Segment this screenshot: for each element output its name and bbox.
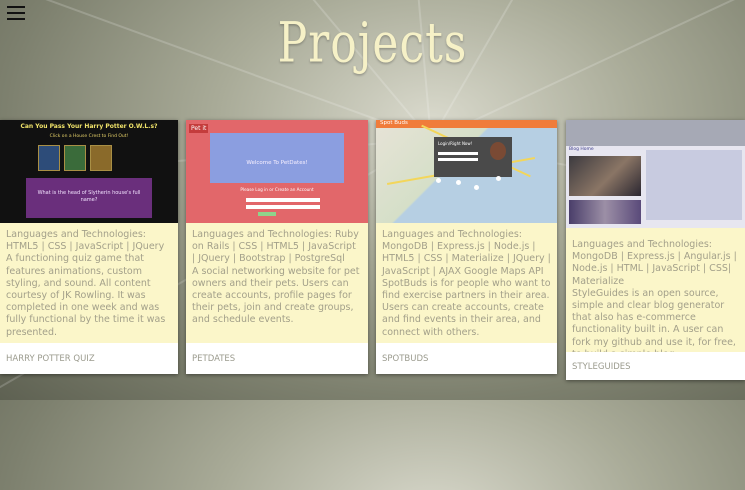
house-crest[interactable] <box>90 145 112 171</box>
project-card-spotbuds[interactable]: Spot Buds Login/Right Now! Languages and… <box>376 120 557 374</box>
avatar <box>490 142 506 160</box>
project-body: Languages and Technologies: Ruby on Rail… <box>186 223 368 343</box>
map-pin[interactable] <box>436 178 441 183</box>
project-technologies: Languages and Technologies: MongoDB | Ex… <box>382 229 551 277</box>
quiz-subtitle: Click on a House Crest to Find Out! <box>49 134 129 139</box>
project-description: SpotBuds is for people who want to find … <box>382 277 551 338</box>
project-description: StyleGuides is an open source, simple an… <box>572 287 736 360</box>
project-name: PetDates <box>192 354 236 364</box>
project-body: Languages and Technologies: MongoDB | Ex… <box>566 228 745 360</box>
project-card-harry-potter-quiz[interactable]: Can You Pass Your Harry Potter O.W.L.s? … <box>0 120 178 374</box>
pet-logo: Pet it <box>189 124 209 133</box>
project-technologies: Languages and Technologies: MongoDB | Ex… <box>572 239 737 287</box>
house-crest[interactable] <box>38 145 60 171</box>
project-name: StyleGuides <box>572 362 631 372</box>
blog-image <box>569 200 641 224</box>
blog-navbar <box>566 120 745 146</box>
project-name: Harry Potter Quiz <box>6 354 95 364</box>
project-card-styleguides[interactable]: Blog Home Languages and Technologies: Mo… <box>566 120 745 380</box>
project-footer[interactable]: PetDates <box>186 343 368 374</box>
project-description: A social networking website for pet owne… <box>192 265 360 326</box>
map-pin[interactable] <box>474 185 479 190</box>
pet-login-prompt: Please Log in or Create an Account <box>240 187 314 192</box>
project-thumbnail[interactable]: Pet it Welcome To PetDates! Please Log i… <box>186 120 368 223</box>
project-footer[interactable]: Harry Potter Quiz <box>0 343 178 374</box>
project-technologies: Languages and Technologies: HTML5 | CSS … <box>6 229 165 253</box>
blog-image <box>569 156 641 196</box>
project-thumbnail[interactable]: Can You Pass Your Harry Potter O.W.L.s? … <box>0 120 178 223</box>
blog-header: Blog Home <box>569 147 594 152</box>
project-card-petdates[interactable]: Pet it Welcome To PetDates! Please Log i… <box>186 120 368 374</box>
project-footer[interactable]: StyleGuides <box>566 352 745 380</box>
project-body: Languages and Technologies: HTML5 | CSS … <box>0 223 178 343</box>
pet-hero-title: Welcome To PetDates! <box>246 160 308 166</box>
project-body: Languages and Technologies: MongoDB | Ex… <box>376 223 557 343</box>
page-title: Projects <box>277 11 468 76</box>
map-pin[interactable] <box>496 176 501 181</box>
quiz-title: Can You Pass Your Harry Potter O.W.L.s? <box>20 123 158 130</box>
login-field[interactable] <box>246 198 320 202</box>
password-field[interactable] <box>438 158 478 161</box>
project-thumbnail[interactable]: Blog Home <box>566 120 745 228</box>
project-thumbnail[interactable]: Spot Buds Login/Right Now! <box>376 120 557 223</box>
pet-hero-panel <box>210 133 344 183</box>
login-panel-title: Login/Right Now! <box>438 141 473 146</box>
login-field[interactable] <box>438 152 478 155</box>
map-pin[interactable] <box>456 180 461 185</box>
quiz-question: What is the head of Slytherin house's fu… <box>37 190 141 203</box>
spotbuds-logo: Spot Buds <box>380 120 408 126</box>
project-name: SpotBuds <box>382 354 429 364</box>
project-technologies: Languages and Technologies: Ruby on Rail… <box>192 229 359 265</box>
blog-sidebar <box>646 150 742 220</box>
project-description: A functioning quiz game that features an… <box>6 253 166 338</box>
password-field[interactable] <box>246 205 320 209</box>
project-footer[interactable]: SpotBuds <box>376 343 557 374</box>
house-crest[interactable] <box>64 145 86 171</box>
login-button[interactable] <box>258 212 276 216</box>
